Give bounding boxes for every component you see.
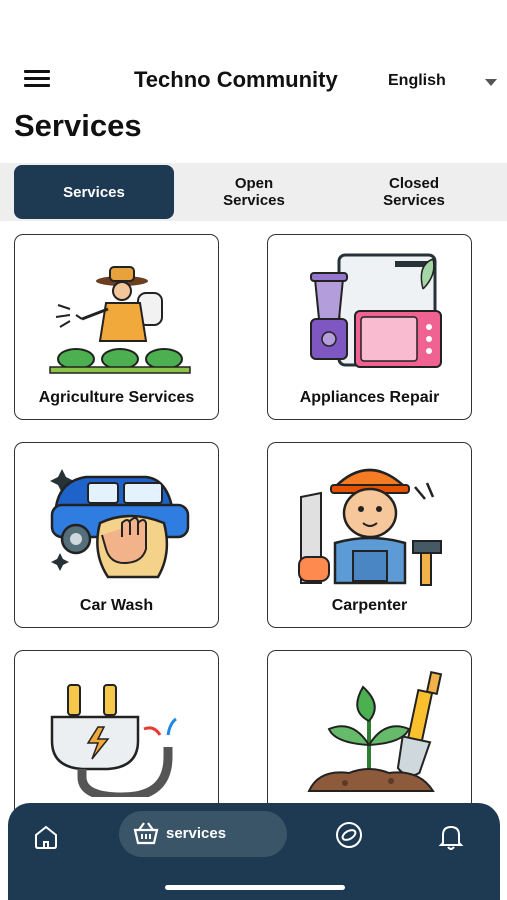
nav-explore[interactable] (331, 819, 367, 859)
service-label: Carpenter (331, 597, 408, 614)
home-indicator (165, 885, 345, 890)
caret-down-icon (485, 79, 497, 86)
car-wash-icon (50, 469, 190, 579)
service-card-carpenter[interactable]: Carpenter (267, 442, 472, 628)
service-label: Agriculture Services (38, 389, 195, 406)
nav-home[interactable] (28, 819, 64, 859)
language-select[interactable]: English (388, 71, 500, 93)
electric-plug-icon (50, 684, 177, 797)
page-title: Services (14, 108, 142, 143)
bottom-nav: services (8, 803, 500, 900)
service-card-car-wash[interactable]: Car Wash (14, 442, 219, 628)
plant-shovel-icon (307, 670, 443, 792)
service-label: Appliances Repair (299, 389, 440, 406)
tab-closed-services[interactable]: Closed Services (334, 165, 494, 219)
tab-services[interactable]: Services (14, 165, 174, 219)
hamburger-menu-icon[interactable] (24, 70, 50, 90)
nav-notifications[interactable] (433, 819, 469, 859)
compass-icon (336, 822, 362, 848)
app-title: Techno Community (134, 67, 338, 92)
nav-services-label: services (166, 825, 227, 842)
home-icon (35, 825, 57, 849)
service-card-agriculture[interactable]: Agriculture Services (14, 234, 219, 420)
carpenter-icon (298, 468, 442, 586)
app-header: Techno Community English (0, 58, 507, 104)
tab-bar: Services Open Services Closed Services (0, 163, 507, 221)
language-label: English (388, 72, 446, 89)
farmer-spraying-icon (49, 266, 191, 374)
basket-icon (133, 822, 159, 845)
status-bar (0, 0, 507, 55)
service-label: Car Wash (79, 597, 154, 614)
kitchen-appliances-icon (310, 253, 442, 368)
services-grid: Agriculture Services Appliances Repair C… (0, 234, 507, 824)
tab-open-services[interactable]: Open Services (174, 165, 334, 219)
service-card-electrical[interactable] (14, 650, 219, 824)
service-card-gardening[interactable] (267, 650, 472, 824)
nav-services[interactable]: services (119, 811, 287, 857)
service-card-appliances[interactable]: Appliances Repair (267, 234, 472, 420)
bell-icon (438, 825, 464, 850)
